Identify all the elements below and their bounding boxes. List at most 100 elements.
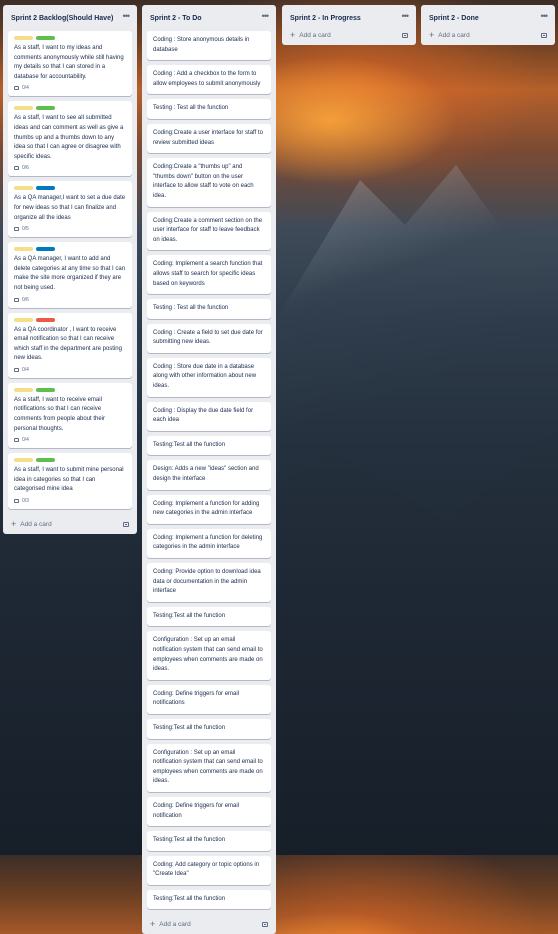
add-card-button[interactable]: + Add a card <box>8 514 132 534</box>
card-title: Testing : Test all the function <box>153 105 229 112</box>
card[interactable]: Coding:Create a user interface for staff… <box>147 123 271 154</box>
list-header: Sprint 2 - To Do ••• <box>147 5 271 31</box>
card[interactable]: Coding : Display the due date field for … <box>147 401 271 431</box>
label-green[interactable] <box>36 387 55 392</box>
card-title: As a staff, I want to receive email noti… <box>14 396 106 432</box>
card-labels <box>14 317 126 322</box>
card-title: Coding: Add category or topic options in… <box>153 861 260 878</box>
card-title: Coding: Define triggers for email notifi… <box>153 690 240 707</box>
card-labels <box>14 458 126 463</box>
card[interactable]: As a QA manager, I want to add and delet… <box>8 242 132 308</box>
list-menu-icon[interactable]: ••• <box>262 11 270 21</box>
card[interactable]: Coding: Implement a function for adding … <box>147 494 271 524</box>
label-yellow[interactable] <box>14 387 33 392</box>
card[interactable]: Coding: Define triggers for email notifi… <box>147 684 271 714</box>
label-yellow[interactable] <box>14 317 33 322</box>
checklist-icon <box>14 166 19 171</box>
label-blue[interactable] <box>36 247 55 252</box>
add-card-button[interactable]: + Add a card <box>426 25 550 45</box>
checklist-count: 0/4 <box>22 437 29 444</box>
card-badges: 0/4 <box>14 367 126 373</box>
card[interactable]: Coding: Implement a search function that… <box>147 255 271 295</box>
list-menu-icon[interactable]: ••• <box>402 11 410 21</box>
label-green[interactable] <box>36 458 55 463</box>
label-yellow[interactable] <box>14 106 33 111</box>
card[interactable]: Design: Adds a new "ideas" section and d… <box>147 460 271 490</box>
checklist-count: 0/4 <box>22 366 29 373</box>
card-title: Coding: Implement a function for adding … <box>153 500 260 517</box>
card[interactable]: Coding : Add a checkbox to the form to a… <box>147 65 271 95</box>
card-labels <box>14 186 126 191</box>
card[interactable]: Configuration : Set up an email notifica… <box>147 631 271 680</box>
card-template-icon[interactable] <box>262 921 268 927</box>
card-template-icon[interactable] <box>402 32 408 38</box>
card-title: Coding : Add a checkbox to the form to a… <box>153 71 261 87</box>
label-yellow[interactable] <box>14 186 33 191</box>
list-title[interactable]: Sprint 2 - In Progress <box>290 15 361 22</box>
plus-icon: + <box>429 29 435 40</box>
card-badges: 0/6 <box>14 297 126 303</box>
list-menu-icon[interactable]: ••• <box>541 11 549 21</box>
card[interactable]: Testing:Test all the function <box>147 606 271 627</box>
list-title[interactable]: Sprint 2 - To Do <box>150 15 202 22</box>
card[interactable]: As a staff, I want to see all submitted … <box>8 101 132 177</box>
card-title: Coding: Provide option to download idea … <box>153 569 261 595</box>
label-red[interactable] <box>36 317 55 322</box>
card[interactable]: Coding:Create a comment section on the u… <box>147 211 271 251</box>
card-labels <box>14 247 126 252</box>
card-title: Coding : Display the due date field for … <box>153 407 254 424</box>
card[interactable]: As a QA coordinator , I want to receive … <box>8 312 132 378</box>
checklist-icon <box>14 438 19 443</box>
card[interactable]: Coding : Create a field to set due date … <box>147 323 271 353</box>
checklist-count: 0/6 <box>22 296 29 303</box>
card[interactable]: Coding : Store anonymous details in data… <box>147 31 271 61</box>
card-title: Configuration : Set up an email notifica… <box>153 637 263 673</box>
card[interactable]: Testing:Test all the function <box>147 435 271 456</box>
card[interactable]: Configuration : Set up an email notifica… <box>147 743 271 792</box>
card-template-icon[interactable] <box>123 521 129 527</box>
card-title: Testing:Test all the function <box>153 441 226 448</box>
add-card-button[interactable]: + Add a card <box>287 25 411 45</box>
card-template-icon[interactable] <box>541 32 547 38</box>
card[interactable]: As a staff, I want to my ideas and comme… <box>8 31 132 97</box>
card[interactable]: Coding: Implement a function for deletin… <box>147 528 271 558</box>
card[interactable]: Coding : Store due date in a database al… <box>147 357 271 397</box>
card[interactable]: As a staff, I want to submit mine person… <box>8 453 132 510</box>
card-title: Coding: Implement a function for deletin… <box>153 534 263 551</box>
label-green[interactable] <box>36 106 55 111</box>
checklist-icon <box>14 499 19 504</box>
label-yellow[interactable] <box>14 247 33 252</box>
card-title: As a staff, I want to submit mine person… <box>14 467 124 493</box>
card[interactable]: Coding: Add category or topic options in… <box>147 855 271 885</box>
card-title: Testing:Test all the function <box>153 837 226 844</box>
card[interactable]: Testing:Test all the function <box>147 889 271 910</box>
card[interactable]: As a staff, I want to receive email noti… <box>8 382 132 449</box>
list-menu-icon[interactable]: ••• <box>123 11 131 21</box>
checklist-count: 0/4 <box>22 85 29 92</box>
card[interactable]: Coding: Define triggers for email notifi… <box>147 796 271 827</box>
plus-icon: + <box>150 918 156 929</box>
label-yellow[interactable] <box>14 458 33 463</box>
label-blue[interactable] <box>36 186 55 191</box>
card[interactable]: Testing:Test all the function <box>147 718 271 739</box>
add-card-label: Add a card <box>299 31 331 39</box>
add-card-button[interactable]: + Add a card <box>147 914 271 934</box>
card-title: Coding:Create a comment section on the u… <box>153 217 263 243</box>
card-title: Testing:Test all the function <box>153 612 226 619</box>
card[interactable]: Coding: Provide option to download idea … <box>147 563 271 602</box>
label-green[interactable] <box>36 36 55 40</box>
card[interactable]: As a QA manager,I want to set a due date… <box>8 181 132 238</box>
label-yellow[interactable] <box>14 36 33 40</box>
card-title: Coding : Create a field to set due date … <box>153 329 263 346</box>
list-title[interactable]: Sprint 2 Backlog(Should Have) <box>11 15 113 22</box>
card-title: Coding : Store due date in a database al… <box>153 363 257 390</box>
list-sprint2-done: Sprint 2 - Done ••• + Add a card <box>421 5 555 45</box>
list-title[interactable]: Sprint 2 - Done <box>429 15 479 22</box>
card[interactable]: Testing:Test all the function <box>147 831 271 851</box>
card[interactable]: Testing : Test all the function <box>147 99 271 119</box>
card[interactable]: Testing : Test all the function <box>147 299 271 319</box>
card-badges: 0/6 <box>14 165 126 171</box>
checklist-icon <box>14 367 19 372</box>
checklist-count: 0/3 <box>22 498 29 505</box>
card[interactable]: Coding:Create a "thumbs up" and "thumbs … <box>147 158 271 207</box>
